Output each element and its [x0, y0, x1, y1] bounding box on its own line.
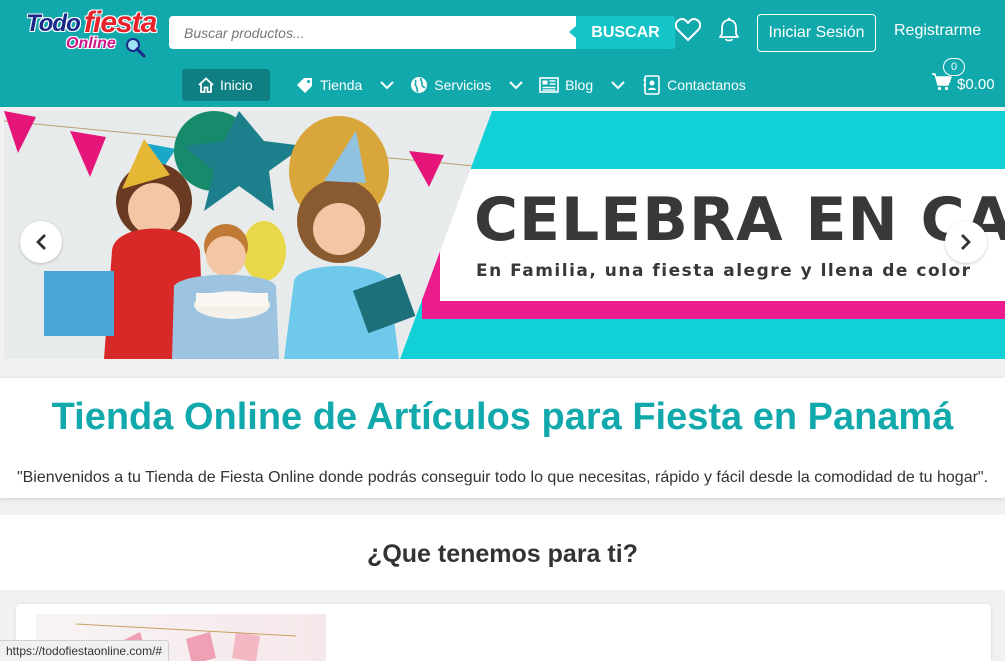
site-logo[interactable]: Todo fiesta Online — [24, 6, 160, 60]
offer-section: ¿Que tenemos para ti? — [0, 515, 1005, 590]
notification-bell-icon[interactable] — [716, 16, 742, 44]
main-nav: Inicio Tienda Servicios Blog Contactanos — [182, 69, 746, 101]
cart-widget[interactable]: 0 $0.00 — [932, 58, 1002, 98]
browser-status-url: https://todofiestaonline.com/# — [0, 640, 170, 661]
chevron-left-icon — [36, 234, 46, 250]
nav-item-contactanos[interactable]: Contactanos — [643, 69, 746, 101]
cart-total: $0.00 — [957, 76, 995, 93]
logo-word-online: Online — [66, 35, 116, 52]
page-title: Tienda Online de Artículos para Fiesta e… — [51, 396, 954, 438]
newspaper-icon — [539, 77, 559, 93]
nav-item-label: Tienda — [320, 77, 363, 93]
nav-item-label: Servicios — [434, 77, 492, 93]
nav-item-tienda[interactable]: Tienda — [296, 69, 400, 101]
shopping-cart-icon — [932, 73, 952, 91]
nav-item-inicio[interactable]: Inicio — [182, 69, 270, 101]
chevron-down-icon[interactable] — [380, 80, 395, 90]
nav-item-blog[interactable]: Blog — [539, 69, 631, 101]
party-scene-illustration — [4, 111, 492, 359]
tag-icon — [297, 78, 312, 93]
register-link[interactable]: Registrarme — [894, 22, 981, 40]
party-kids-photo — [4, 111, 492, 359]
login-button[interactable]: Iniciar Sesión — [757, 14, 876, 52]
globe-icon — [411, 77, 428, 93]
carousel-prev-button[interactable] — [20, 221, 62, 263]
contact-icon — [643, 75, 660, 95]
hero-slide[interactable]: CELEBRA EN CASA En Familia, una fiesta a… — [4, 111, 1005, 359]
chevron-down-icon[interactable] — [509, 80, 523, 90]
home-icon — [198, 77, 214, 93]
search-button[interactable]: BUSCAR — [569, 16, 675, 49]
search-bar: BUSCAR — [169, 16, 675, 49]
hero-carousel: CELEBRA EN CASA En Familia, una fiesta a… — [0, 107, 1005, 363]
logo-word-todo: Todo — [26, 10, 81, 37]
wishlist-heart-icon[interactable] — [674, 16, 702, 44]
intro-section: Tienda Online de Artículos para Fiesta e… — [0, 378, 1005, 498]
chevron-right-icon — [961, 234, 971, 250]
site-header: Todo fiesta Online BUSCAR Iniciar Sesión… — [0, 0, 1005, 107]
carousel-next-button[interactable] — [945, 221, 987, 263]
nav-item-label: Blog — [565, 77, 594, 93]
section-heading: ¿Que tenemos para ti? — [367, 540, 638, 568]
magnifier-logo-icon — [126, 38, 146, 58]
welcome-text: "Bienvenidos a tu Tienda de Fiesta Onlin… — [16, 469, 989, 486]
slide-title: CELEBRA EN CASA — [474, 185, 1005, 255]
chevron-down-icon[interactable] — [611, 80, 625, 90]
nav-item-label: Inicio — [220, 77, 253, 93]
nav-item-servicios[interactable]: Servicios — [410, 69, 529, 101]
nav-item-label: Contactanos — [667, 77, 746, 93]
slide-subtitle: En Familia, una fiesta alegre y llena de… — [476, 261, 972, 281]
search-input[interactable] — [169, 16, 577, 49]
